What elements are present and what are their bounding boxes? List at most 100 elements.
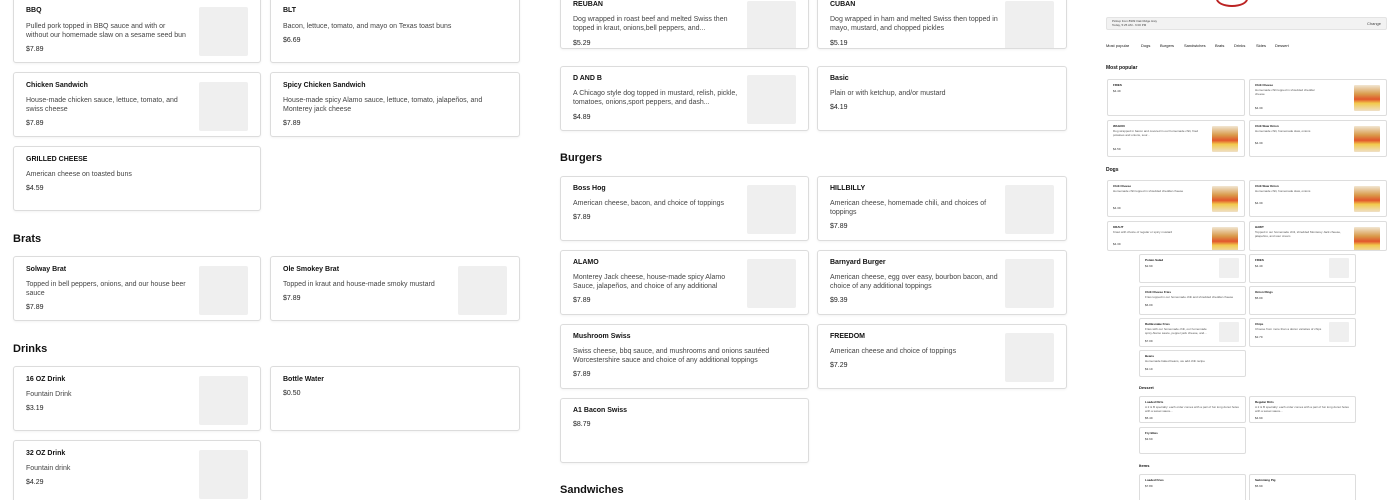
item-description: A 2 & B specialty: each order comes with… [1145, 405, 1239, 413]
tab-dogs[interactable]: Dogs [1141, 43, 1150, 48]
mini-item-card[interactable]: Beans Homemade baked beans, we add chili… [1139, 350, 1246, 377]
mini-item-card[interactable]: Regular Dirts A 2 & B specialty: each or… [1249, 396, 1356, 423]
item-description: Bacon, lettuce, tomato, and mayo on Texa… [283, 23, 452, 30]
item-description: Monterey Jack cheese, house-made spicy A… [573, 274, 726, 290]
item-price: $9.39 [830, 297, 848, 304]
mini-item-card[interactable]: FRIES $4.49 [1249, 254, 1356, 283]
item-image [747, 75, 796, 124]
tab-drinks[interactable]: Drinks [1234, 43, 1245, 48]
mini-item-card[interactable]: Chips Choose from more than a dozen vari… [1249, 318, 1356, 347]
menu-item-card[interactable]: CUBAN Dog wrapped in ham and melted Swis… [817, 0, 1067, 49]
menu-item-card[interactable]: 32 OZ Drink Fountain drink $4.29 [13, 440, 261, 500]
mini-item-card[interactable]: Fry Bites $3.69 [1139, 427, 1246, 454]
item-title: KRAUT [1113, 225, 1124, 229]
menu-item-card[interactable]: Ole Smokey Brat Topped in kraut and hous… [270, 256, 520, 321]
mini-item-card[interactable]: Chili Slaw Onion Homemade chili, homemad… [1249, 180, 1387, 217]
item-title: Loaded Fries [1145, 478, 1164, 482]
tab-sandwiches[interactable]: Sandwiches [1184, 43, 1206, 48]
item-title: Regular Dirts [1255, 400, 1274, 404]
item-title: Beans [1145, 354, 1155, 358]
mini-item-card[interactable]: Chili Slaw Onion Homemade chili, homemad… [1249, 120, 1387, 157]
menu-item-card[interactable]: BLT Bacon, lettuce, tomato, and mayo on … [270, 0, 520, 63]
item-price: $4.39 [1113, 242, 1121, 246]
item-image [1354, 85, 1380, 111]
mini-item-card[interactable]: Chili Cheese Fries Fries topped in our h… [1139, 286, 1246, 315]
menu-item-card[interactable]: Bottle Water $0.50 [270, 366, 520, 431]
item-price: $4.39 [1255, 201, 1263, 205]
section-heading-dogs: Dogs [1106, 167, 1119, 173]
item-image [1329, 322, 1349, 342]
tab-dessert[interactable]: Dessert [1275, 43, 1289, 48]
section-heading-most-popular: Most popular [1106, 65, 1138, 71]
item-price: $7.09 [1145, 339, 1153, 343]
item-description: Fries with our homemade chili, our homem… [1145, 327, 1207, 335]
item-price: $5.49 [1145, 416, 1153, 420]
mini-item-card[interactable]: Loaded Dirts A 2 & B specialty: each ord… [1139, 396, 1246, 423]
mini-item-card[interactable]: FRIES $4.49 [1107, 79, 1245, 116]
mini-item-card[interactable]: Swimming Pig $5.99 [1249, 474, 1356, 500]
item-title: Loaded Dirts [1145, 400, 1164, 404]
mini-item-card[interactable]: HAWT Topped in our homemade chili, shred… [1249, 221, 1387, 251]
menu-item-card[interactable]: Barnyard Burger American cheese, egg ove… [817, 250, 1067, 315]
item-price: $4.59 [1113, 147, 1121, 151]
menu-item-card[interactable]: Basic Plain or with ketchup, and/or must… [817, 66, 1067, 131]
mini-item-card[interactable]: Onion Rings $5.09 [1249, 286, 1356, 315]
item-description: A Chicago style dog topped in mustard, r… [573, 90, 738, 106]
item-image [747, 259, 796, 308]
mini-item-card[interactable]: Rattlesnake Fries Fries with our homemad… [1139, 318, 1246, 347]
item-price: $7.89 [830, 223, 848, 230]
item-description: American cheese and choice of toppings [830, 348, 957, 355]
menu-item-card[interactable]: 16 OZ Drink Fountain Drink $3.19 [13, 366, 261, 431]
tab-most-popular[interactable]: Most popular [1106, 43, 1129, 48]
item-title: BLT [283, 7, 297, 14]
pickup-info: Pickup from 8909 Oak Ridge Hwy Today, 5:… [1112, 19, 1157, 27]
menu-item-card[interactable]: Solway Brat Topped in bell peppers, onio… [13, 256, 261, 321]
menu-item-card[interactable]: BBQ Pulled pork topped in BBQ sauce and … [13, 0, 261, 63]
item-image [1354, 186, 1380, 212]
item-price: $7.89 [26, 46, 44, 53]
menu-item-card[interactable]: Spicy Chicken Sandwich House-made spicy … [270, 72, 520, 137]
item-description: Dog wrapped in ham and melted Swiss then… [830, 16, 998, 32]
item-price: $7.89 [26, 304, 44, 311]
mini-item-card[interactable]: Potato Salad $2.99 [1139, 254, 1246, 283]
item-title: Chili Slaw Onion [1255, 184, 1279, 188]
item-image [1005, 333, 1054, 382]
mini-item-card[interactable]: Loaded Fries $7.89 [1139, 474, 1246, 500]
item-price: $7.89 [283, 295, 301, 302]
item-price: $5.99 [1255, 484, 1263, 488]
item-title: Chili Slaw Onion [1255, 124, 1279, 128]
section-heading-sandwiches: Sandwiches [560, 484, 624, 496]
item-price: $5.09 [1255, 296, 1263, 300]
item-title: 32 OZ Drink [26, 450, 66, 457]
tab-sides[interactable]: Sides [1256, 43, 1266, 48]
mini-item-card[interactable]: WAGON Dog wrapped in bacon and covered i… [1107, 120, 1245, 157]
menu-item-card[interactable]: Boss Hog American cheese, bacon, and cho… [560, 176, 809, 241]
menu-item-card[interactable]: HILLBILLY American cheese, homemade chil… [817, 176, 1067, 241]
item-title: HILLBILLY [830, 185, 866, 192]
item-title: CUBAN [830, 1, 856, 8]
item-image [1329, 258, 1349, 278]
item-description: Fries topped in our homemade chili and s… [1145, 295, 1234, 299]
tab-burgers[interactable]: Burgers [1160, 43, 1174, 48]
mini-item-card[interactable]: Chili Cheese Homemade chili topped in sh… [1107, 180, 1245, 217]
change-button[interactable]: Change [1367, 21, 1381, 26]
menu-item-card[interactable]: Mushroom Swiss Swiss cheese, bbq sauce, … [560, 324, 809, 389]
item-image [1219, 322, 1239, 342]
menu-item-card[interactable]: D AND B A Chicago style dog topped in mu… [560, 66, 809, 131]
item-title: FRIES [1255, 258, 1264, 262]
tab-brats[interactable]: Brats [1215, 43, 1224, 48]
menu-item-card[interactable]: REUBAN Dog wrapped in roast beef and mel… [560, 0, 809, 49]
menu-item-card[interactable]: A1 Bacon Swiss $8.79 [560, 398, 809, 463]
mini-item-card[interactable]: KRAUT Kraut with choice of regular or sp… [1107, 221, 1245, 251]
item-title: D AND B [573, 75, 602, 82]
item-description: Topped in kraut and house-made smoky mus… [283, 281, 435, 288]
menu-item-card[interactable]: ALAMO Monterey Jack cheese, house-made s… [560, 250, 809, 315]
restaurant-logo [1216, 0, 1248, 7]
menu-item-card[interactable]: GRILLED CHEESE American cheese on toaste… [13, 146, 261, 211]
menu-item-card[interactable]: FREEDOM American cheese and choice of to… [817, 324, 1067, 389]
item-description: House-made spicy Alamo sauce, lettuce, t… [283, 97, 483, 113]
item-description: Homemade chili, homemade slaw, onions [1255, 189, 1311, 193]
menu-item-card[interactable]: Chicken Sandwich House-made chicken sauc… [13, 72, 261, 137]
item-price: $4.39 [1113, 206, 1121, 210]
mini-item-card[interactable]: Chili Cheese Homemade chili topped in sh… [1249, 79, 1387, 116]
